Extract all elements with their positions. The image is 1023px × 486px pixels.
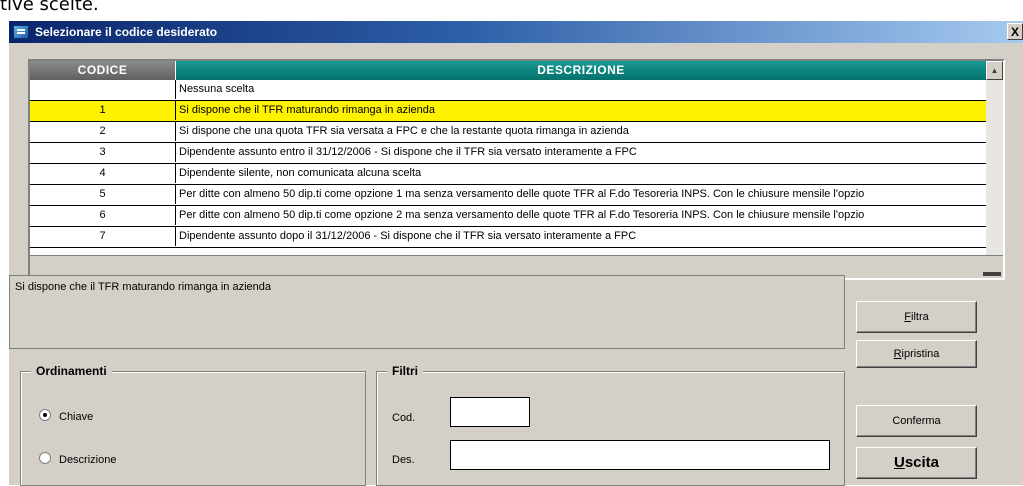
description-preview: Si dispone che il TFR maturando rimanga … <box>9 275 845 349</box>
codice-cell: 3 <box>30 143 176 162</box>
uscita-accel-key: U <box>893 454 905 471</box>
table-row[interactable]: 5 Per ditte con almeno 50 dip.ti come opz… <box>30 185 986 206</box>
filtra-label: iltra <box>911 311 929 323</box>
filtri-legend: Filtri <box>387 364 423 378</box>
table-row[interactable]: 4 Dipendente silente, non comunicata alcu… <box>30 164 986 185</box>
codice-cell: 4 <box>30 164 176 183</box>
ordinamenti-group: Ordinamenti Chiave Descrizione <box>20 364 366 486</box>
ripristina-accel-key: R <box>893 348 902 360</box>
codes-grid[interactable]: CODICE DESCRIZIONE ▲ Nessuna scelta 1 Si d… <box>28 59 1005 280</box>
column-header-descrizione[interactable]: DESCRIZIONE <box>176 61 986 80</box>
filtra-button[interactable]: Filtra <box>856 301 977 333</box>
sort-by-descrizione-label: Descrizione <box>59 454 117 466</box>
ripristina-button[interactable]: Ripristina <box>856 340 977 368</box>
codice-cell <box>30 80 176 99</box>
radio-unchecked-icon <box>39 452 51 464</box>
des-filter-label: Des. <box>392 454 415 466</box>
cod-filter-label: Cod. <box>392 412 416 424</box>
table-row[interactable]: Nessuna scelta <box>30 80 986 101</box>
codice-cell: 5 <box>30 185 176 204</box>
codice-cell: 2 <box>30 122 176 141</box>
codice-cell: 7 <box>30 227 176 246</box>
background-document-text: tive scelte. <box>0 0 99 15</box>
description-preview-text: Si dispone che il TFR maturando rimanga … <box>15 281 271 293</box>
ripristina-label: ipristina <box>901 348 940 360</box>
vertical-scrollbar[interactable] <box>986 80 1003 256</box>
descrizione-cell: Dipendente assunto dopo il 31/12/2006 - … <box>179 230 637 242</box>
table-row[interactable]: 1 Si dispone che il TFR maturando rimanga… <box>30 101 986 122</box>
sort-by-descrizione-radio[interactable]: Descrizione <box>39 452 116 466</box>
filtri-group: Filtri Cod. Des. <box>376 364 845 486</box>
code-selection-dialog: Selezionare il codice desiderato X CODIC… <box>8 20 1023 486</box>
table-row[interactable]: 2 Si dispone che una quota TFR sia versat… <box>30 122 986 143</box>
title-bar[interactable]: Selezionare il codice desiderato X <box>9 21 1023 43</box>
column-header-codice[interactable]: CODICE <box>30 61 176 80</box>
table-row[interactable]: 6 Per ditte con almeno 50 dip.ti come opz… <box>30 206 986 227</box>
descrizione-cell: Dipendente assunto entro il 31/12/2006 -… <box>179 146 637 158</box>
resize-grip-icon[interactable] <box>983 272 1001 276</box>
des-filter-input[interactable] <box>450 440 830 470</box>
sort-by-chiave-radio[interactable]: Chiave <box>39 409 93 423</box>
conferma-button[interactable]: Conferma <box>856 405 977 437</box>
codice-cell: 1 <box>30 101 176 120</box>
descrizione-cell: Si dispone che una quota TFR sia versata… <box>179 125 629 137</box>
radio-checked-icon <box>39 409 51 421</box>
descrizione-cell: Per ditte con almeno 50 dip.ti come opzi… <box>179 188 865 200</box>
ordinamenti-legend: Ordinamenti <box>31 364 112 378</box>
uscita-button[interactable]: Uscita <box>856 447 977 479</box>
descrizione-cell: Dipendente silente, non comunicata alcun… <box>179 167 422 179</box>
sort-by-chiave-label: Chiave <box>59 411 94 423</box>
grid-header: CODICE DESCRIZIONE ▲ <box>30 61 1003 80</box>
scroll-up-arrow-icon[interactable]: ▲ <box>986 61 1003 80</box>
app-window-icon <box>13 25 29 39</box>
descrizione-cell: Per ditte con almeno 50 dip.ti come opzi… <box>179 209 865 221</box>
descrizione-cell: Nessuna scelta <box>179 83 255 95</box>
table-row[interactable]: 7 Dipendente assunto dopo il 31/12/2006 -… <box>30 227 986 248</box>
descrizione-cell: Si dispone che il TFR maturando rimanga … <box>179 104 435 116</box>
dialog-title: Selezionare il codice desiderato <box>35 25 218 39</box>
close-icon[interactable]: X <box>1007 23 1023 40</box>
filtra-accel-key: F <box>904 311 911 323</box>
table-row[interactable]: 3 Dipendente assunto entro il 31/12/2006 … <box>30 143 986 164</box>
cod-filter-input[interactable] <box>450 397 530 427</box>
uscita-label: scita <box>904 454 940 471</box>
codice-cell: 6 <box>30 206 176 225</box>
